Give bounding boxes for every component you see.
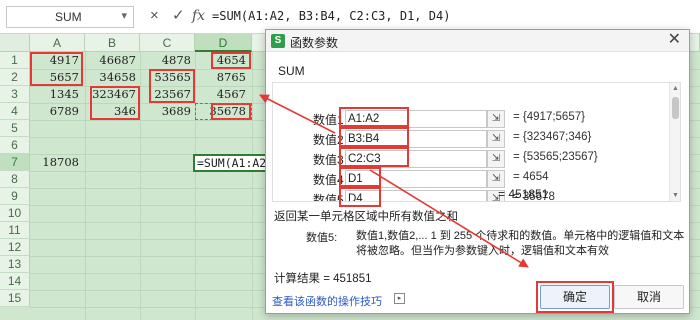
name-box[interactable]: SUM ▾ <box>6 6 134 28</box>
column-header-d[interactable]: D <box>195 34 252 52</box>
function-name: SUM <box>278 64 305 78</box>
highlight-ok-button <box>536 281 614 313</box>
cancel-icon[interactable]: × <box>150 7 159 25</box>
cell-b1[interactable]: 46687 <box>85 52 140 69</box>
row-header-10[interactable]: 10 <box>0 205 30 222</box>
cell-d3[interactable]: 4567 <box>195 86 250 103</box>
function-arguments-dialog: S 函数参数 ✕ SUM 数值1 A1:A2 ⇲ = {4917;5657} 数… <box>265 29 690 314</box>
function-description: 返回某一单元格区域中所有数值之和 <box>274 211 458 223</box>
scroll-up-icon[interactable]: ▲ <box>671 85 680 92</box>
cell-a3[interactable]: 1345 <box>30 86 83 103</box>
help-link[interactable]: 查看该函数的操作技巧 <box>272 293 382 309</box>
row-header-2[interactable]: 2 <box>0 69 30 86</box>
row-header-12[interactable]: 12 <box>0 239 30 256</box>
row-header-13[interactable]: 13 <box>0 256 30 273</box>
row-header-4[interactable]: 4 <box>0 103 30 120</box>
range-picker-icon[interactable]: ⇲ <box>487 110 505 128</box>
formula-input[interactable]: =SUM(A1:A2, B3:B4, C2:C3, D1, D4) <box>210 6 696 28</box>
play-icon[interactable]: ▸ <box>394 293 405 304</box>
formula-text: =SUM(A1:A2, B3:B4, C2:C3, D1, D4) <box>212 9 451 23</box>
highlight-range-b3-b4 <box>90 86 140 120</box>
range-picker-icon[interactable]: ⇲ <box>487 150 505 168</box>
range-picker-icon[interactable]: ⇲ <box>487 170 505 188</box>
cell-d2[interactable]: 8765 <box>195 69 250 86</box>
highlight-arg-4 <box>339 167 381 187</box>
row-header-8[interactable]: 8 <box>0 171 30 188</box>
highlight-arg-2 <box>339 127 409 147</box>
row-header-6[interactable]: 6 <box>0 137 30 154</box>
highlight-arg-5 <box>339 187 381 207</box>
cell-c1[interactable]: 4878 <box>140 52 195 69</box>
gridline <box>252 52 253 320</box>
highlight-arg-1 <box>339 107 409 127</box>
param-description: 数值1,数值2,... 1 到 255 个待求和的数值。单元格中的逻辑值和文本将… <box>356 230 685 257</box>
highlight-range-a1-a2 <box>30 52 83 86</box>
arg-result-2: = {323467;346} <box>513 131 592 143</box>
row-header-11[interactable]: 11 <box>0 222 30 239</box>
reference-marquee-d4 <box>195 103 252 120</box>
cell-a7[interactable]: 18708 <box>30 154 83 171</box>
arg-result-3: = {53565;23567} <box>513 151 598 163</box>
chevron-down-icon[interactable]: ▾ <box>121 9 127 22</box>
insert-function-icon[interactable]: fx <box>192 7 205 25</box>
arg-result-4: = 4654 <box>513 171 549 183</box>
args-scrollbar[interactable]: ▲ ▼ <box>669 83 680 201</box>
row-header-5[interactable]: 5 <box>0 120 30 137</box>
highlight-range-c2-c3 <box>149 69 195 103</box>
param-description-label: 数值5: <box>306 232 338 244</box>
range-picker-icon[interactable]: ⇲ <box>487 130 505 148</box>
name-box-text: SUM <box>55 10 82 24</box>
app-logo-icon: S <box>271 34 285 48</box>
function-total: = 451851 <box>498 187 549 201</box>
column-header-a[interactable]: A <box>30 34 85 52</box>
arg-result-1: = {4917;5657} <box>513 111 585 123</box>
scroll-thumb[interactable] <box>672 97 679 119</box>
row-header-7[interactable]: 7 <box>0 154 30 171</box>
row-header-14[interactable]: 14 <box>0 273 30 290</box>
highlight-cell-d1 <box>211 52 251 69</box>
close-icon[interactable]: ✕ <box>668 31 681 49</box>
column-header-b[interactable]: B <box>85 34 140 52</box>
cell-a4[interactable]: 6789 <box>30 103 83 120</box>
row-header-9[interactable]: 9 <box>0 188 30 205</box>
select-all-corner[interactable] <box>0 34 30 52</box>
row-header-15[interactable]: 15 <box>0 290 30 307</box>
dialog-titlebar[interactable]: S 函数参数 ✕ <box>266 30 689 52</box>
active-cell-d7[interactable]: =SUM(A1:A2, <box>193 154 269 172</box>
cancel-button[interactable]: 取消 <box>614 285 684 309</box>
row-header-3[interactable]: 3 <box>0 86 30 103</box>
dialog-title: 函数参数 <box>290 36 339 50</box>
cell-b2[interactable]: 34658 <box>85 69 140 86</box>
arguments-panel: 数值1 A1:A2 ⇲ = {4917;5657} 数值2 B3:B4 ⇲ = … <box>272 82 681 202</box>
row-header-1[interactable]: 1 <box>0 52 30 69</box>
highlight-arg-3 <box>339 147 409 167</box>
scroll-down-icon[interactable]: ▼ <box>671 192 680 199</box>
cell-c4[interactable]: 3689 <box>140 103 195 120</box>
calculation-result: 计算结果 = 451851 <box>274 273 372 285</box>
confirm-icon[interactable]: ✓ <box>172 7 185 25</box>
column-header-c[interactable]: C <box>140 34 195 52</box>
